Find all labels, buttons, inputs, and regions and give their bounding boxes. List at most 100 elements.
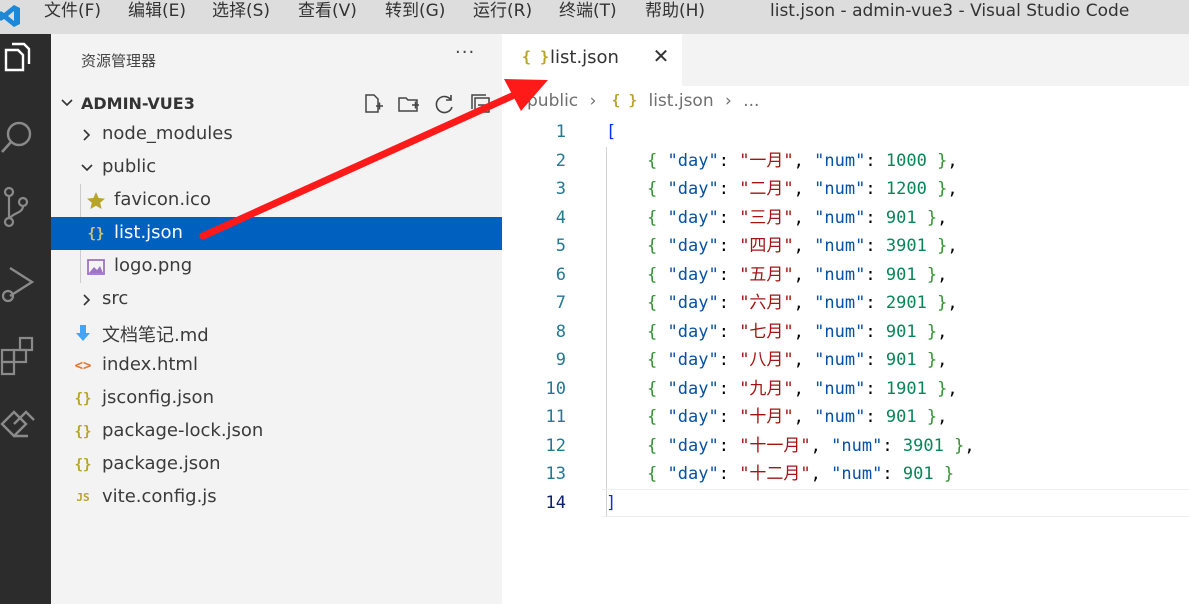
line-number: 13 (545, 464, 566, 484)
tree-item-vite-config[interactable]: JS vite.config.js (51, 481, 502, 514)
line-number: 2 (555, 150, 566, 171)
code-text: { "day": "一月", "num": 1000 }, (647, 150, 958, 171)
line-number: 3 (555, 179, 566, 199)
tree-item-logo[interactable]: logo.png (51, 250, 502, 283)
tree-item-label: jsconfig.json (102, 387, 214, 408)
activity-run-debug[interactable] (0, 256, 51, 316)
chevron-right-icon (83, 294, 91, 306)
activity-search[interactable] (0, 106, 51, 166)
line-number: 10 (545, 378, 566, 399)
tree-item-jsconfig[interactable]: {} jsconfig.json (51, 382, 502, 415)
title-bar: 文件(F) 编辑(E) 选择(S) 查看(V) 转到(G) 运行(R) 终端(T… (0, 0, 1189, 34)
code-line[interactable]: 5 { "day": "四月", "num": 3901 }, (502, 232, 1189, 260)
menu-go[interactable]: 转到(G) (385, 0, 445, 24)
explorer-icon (4, 42, 31, 72)
tree-item-node-modules[interactable]: node_modules (51, 118, 502, 151)
tree-item-label: list.json (114, 222, 183, 243)
tree-item-package-json[interactable]: {} package.json (51, 448, 502, 481)
code-line[interactable]: 11 { "day": "十月", "num": 901 }, (502, 403, 1189, 431)
activity-source-control[interactable] (0, 180, 51, 240)
tree-item-label: index.html (102, 354, 198, 375)
code-line[interactable]: 7 { "day": "六月", "num": 2901 }, (502, 289, 1189, 317)
new-folder-icon (398, 97, 419, 112)
tree-item-label: vite.config.js (102, 486, 217, 507)
menu-view[interactable]: 查看(V) (298, 0, 357, 24)
tree-item-list-json[interactable]: {} list.json (51, 217, 502, 250)
tree-item-public[interactable]: public (51, 151, 502, 184)
code-text: { "day": "三月", "num": 901 }, (647, 207, 948, 228)
menu-terminal[interactable]: 终端(T) (559, 0, 617, 24)
workspace-folder-header[interactable]: ADMIN-VUE3 (51, 88, 502, 118)
code-line[interactable]: 14] (502, 488, 1189, 517)
image-icon (87, 259, 105, 275)
line-number: 4 (555, 207, 566, 228)
line-number: 1 (555, 122, 566, 142)
menu-edit[interactable]: 编辑(E) (128, 0, 186, 24)
code-line[interactable]: 12 { "day": "十一月", "num": 3901 }, (502, 432, 1189, 460)
tree-item-notes-md[interactable]: 文档笔记.md (51, 316, 502, 349)
code-text: { "day": "七月", "num": 901 }, (647, 321, 948, 342)
chevron-right-icon: › (589, 91, 597, 111)
code-text: { "day": "十二月", "num": 901 } (647, 464, 955, 484)
run-debug-icon (1, 266, 35, 303)
code-text: { "day": "十一月", "num": 3901 }, (647, 435, 975, 456)
activity-extensions[interactable] (0, 326, 51, 386)
menu-help[interactable]: 帮助(H) (645, 0, 705, 24)
tree-item-label: favicon.ico (114, 189, 211, 210)
code-line[interactable]: 6 { "day": "五月", "num": 901 }, (502, 261, 1189, 289)
tree-item-label: src (102, 288, 129, 309)
code-line[interactable]: 9 { "day": "八月", "num": 901 }, (502, 346, 1189, 374)
explorer-sidebar: 资源管理器 ··· ADMIN-VUE3 node_modules public… (51, 34, 502, 604)
tree-item-label: package-lock.json (102, 420, 264, 441)
tree-item-package-lock[interactable]: {} package-lock.json (51, 415, 502, 448)
tree-item-label: logo.png (114, 255, 193, 276)
chevron-right-icon (83, 129, 91, 141)
json-icon: { } (522, 48, 550, 66)
code-line[interactable]: 4 { "day": "三月", "num": 901 }, (502, 204, 1189, 232)
code-line[interactable]: 13 { "day": "十二月", "num": 901 } (502, 460, 1189, 488)
collapse-all-button[interactable] (469, 92, 493, 116)
js-icon: JS (76, 491, 90, 504)
line-number: 5 (555, 236, 566, 256)
source-control-icon (3, 186, 29, 228)
code-line[interactable]: 10 { "day": "九月", "num": 1901 }, (502, 375, 1189, 403)
line-number: 7 (555, 293, 566, 313)
code-text: { "day": "二月", "num": 1200 }, (647, 179, 958, 199)
new-file-button[interactable] (361, 92, 385, 116)
code-line[interactable]: 8 { "day": "七月", "num": 901 }, (502, 318, 1189, 346)
code-text: { "day": "五月", "num": 901 }, (647, 264, 948, 285)
workspace-folder-name: ADMIN-VUE3 (81, 94, 195, 113)
new-folder-button[interactable] (397, 92, 421, 116)
vscode-logo-icon (0, 5, 20, 27)
explorer-more-button[interactable]: ··· (455, 42, 475, 63)
code-line[interactable]: 3 { "day": "二月", "num": 1200 }, (502, 175, 1189, 203)
close-icon[interactable]: ✕ (652, 46, 670, 66)
code-text: { "day": "八月", "num": 901 }, (647, 350, 948, 370)
breadcrumb-file[interactable]: list.json (648, 91, 713, 111)
explorer-title: 资源管理器 (81, 52, 157, 70)
activity-explorer[interactable] (0, 34, 51, 94)
tree-item-index-html[interactable]: <> index.html (51, 349, 502, 382)
breadcrumb-folder[interactable]: public (527, 91, 578, 111)
code-line[interactable]: 1[ (502, 118, 1189, 146)
json-icon: {} (87, 226, 105, 242)
menu-file[interactable]: 文件(F) (44, 0, 101, 24)
json-icon: {} (74, 424, 92, 440)
window-title: list.json - admin-vue3 - Visual Studio C… (770, 1, 1130, 21)
tree-item-favicon[interactable]: favicon.ico (51, 184, 502, 217)
tab-list-json[interactable]: { } list.json ✕ (502, 34, 682, 86)
line-number: 9 (555, 350, 566, 370)
refresh-button[interactable] (433, 92, 457, 116)
breadcrumb-symbol[interactable]: ... (743, 91, 759, 111)
extensions-icon (0, 336, 34, 376)
tree-item-label: public (102, 156, 157, 177)
tab-label: list.json (550, 47, 619, 68)
code-line[interactable]: 2 { "day": "一月", "num": 1000 }, (502, 147, 1189, 175)
current-line-highlight (602, 488, 1189, 517)
menu-run[interactable]: 运行(R) (473, 0, 532, 24)
menu-selection[interactable]: 选择(S) (212, 0, 270, 24)
activity-remote[interactable] (0, 396, 51, 456)
tree-item-src[interactable]: src (51, 283, 502, 316)
tree-item-label: package.json (102, 453, 221, 474)
refresh-icon (435, 95, 453, 114)
